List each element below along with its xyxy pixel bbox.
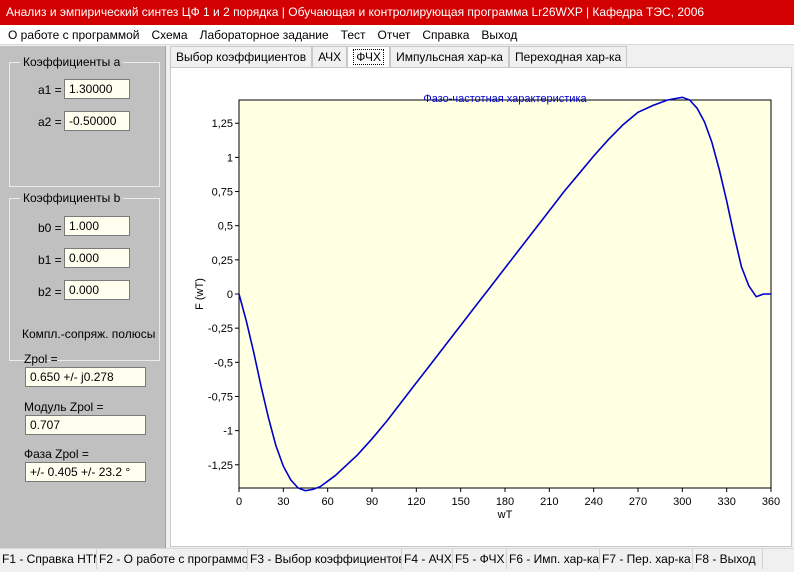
fkey-exit[interactable]: F8 - Выход bbox=[693, 549, 763, 569]
x-tick-label: 300 bbox=[673, 496, 691, 508]
window-title: Анализ и эмпирический синтез ЦФ 1 и 2 по… bbox=[0, 0, 794, 25]
y-tick-label: 0,5 bbox=[218, 221, 233, 233]
x-tick-label: 90 bbox=[366, 496, 378, 508]
x-tick-label: 360 bbox=[762, 496, 780, 508]
fkey-about[interactable]: F2 - О работе с программой bbox=[97, 549, 248, 569]
y-tick-label: -0,75 bbox=[208, 391, 233, 403]
y-tick-label: 0 bbox=[227, 289, 233, 301]
fkey-phase[interactable]: F5 - ФЧХ bbox=[453, 549, 507, 569]
zpol-label: Zpol = bbox=[24, 352, 58, 366]
x-tick-label: 60 bbox=[322, 496, 334, 508]
chart-panel: 0 30 60 90 120 150 180 210 240 270 300 330 360 -1,25 -… bbox=[170, 67, 792, 547]
b0-label: b0 = bbox=[38, 221, 62, 235]
menu-exit[interactable]: Выход bbox=[475, 25, 523, 45]
modulus-label: Модуль Zpol = bbox=[24, 400, 104, 414]
status-bar: F1 - Справка HTML F2 - О работе с програ… bbox=[0, 548, 794, 572]
phase-chart: 0 30 60 90 120 150 180 210 240 270 300 330 360 -1,25 -… bbox=[194, 93, 780, 521]
x-tick-label: 330 bbox=[717, 496, 735, 508]
a1-label: a1 = bbox=[38, 83, 62, 97]
a2-label: a2 = bbox=[38, 115, 62, 129]
a2-field[interactable]: -0.50000 bbox=[64, 111, 130, 131]
a1-field[interactable]: 1.30000 bbox=[64, 79, 130, 99]
fkey-step[interactable]: F7 - Пер. хар-ка bbox=[600, 549, 693, 569]
tab-step-label: Переходная хар-ка bbox=[514, 50, 622, 64]
y-tick-label: -0,5 bbox=[214, 357, 233, 369]
tab-impulse-label: Импульсная хар-ка bbox=[396, 50, 503, 64]
fkey-impulse[interactable]: F6 - Имп. хар-ка bbox=[507, 549, 600, 569]
b2-label: b2 = bbox=[38, 285, 62, 299]
tab-amplitude-label: АЧХ bbox=[318, 50, 342, 64]
zpol-field: 0.650 +/- j0.278 bbox=[25, 367, 146, 387]
b1-label: b1 = bbox=[38, 253, 62, 267]
phase-label: Фаза Zpol = bbox=[24, 447, 89, 461]
b1-field[interactable]: 0.000 bbox=[64, 248, 130, 268]
coeffs-a-group: Коэффициенты a a1 = 1.30000 a2 = -0.5000… bbox=[9, 55, 160, 187]
x-tick-label: 210 bbox=[540, 496, 558, 508]
chart-title: Фазо-частотная характеристика bbox=[423, 93, 587, 105]
x-tick-label: 30 bbox=[277, 496, 289, 508]
y-tick-label: 1 bbox=[227, 152, 233, 164]
tab-phase[interactable]: ФЧХ bbox=[347, 46, 391, 67]
menu-about[interactable]: О работе с программой bbox=[2, 25, 145, 45]
tab-step[interactable]: Переходная хар-ка bbox=[508, 46, 628, 67]
x-tick-label: 270 bbox=[629, 496, 647, 508]
plot-area bbox=[238, 99, 772, 489]
menu-bar: О работе с программой Схема Лабораторное… bbox=[0, 25, 794, 45]
menu-scheme[interactable]: Схема bbox=[145, 25, 193, 45]
tab-impulse[interactable]: Импульсная хар-ка bbox=[390, 46, 509, 67]
menu-lab-task[interactable]: Лабораторное задание bbox=[194, 25, 335, 45]
b2-field[interactable]: 0.000 bbox=[64, 280, 130, 300]
y-tick-label: -1,25 bbox=[208, 460, 233, 472]
b0-field[interactable]: 1.000 bbox=[64, 216, 130, 236]
modulus-field: 0.707 bbox=[25, 415, 146, 435]
x-axis-label: wT bbox=[497, 509, 513, 521]
y-tick-label: -0,25 bbox=[208, 323, 233, 335]
tab-strip: Выбор коэффициентов АЧХ ФЧХ Импульсная х… bbox=[170, 46, 628, 68]
y-axis-label: F (wT) bbox=[194, 278, 206, 310]
x-tick-label: 120 bbox=[407, 496, 425, 508]
tab-coefficients-label: Выбор коэффициентов bbox=[176, 50, 307, 64]
menu-help[interactable]: Справка bbox=[416, 25, 475, 45]
fkey-help[interactable]: F1 - Справка HTML bbox=[0, 549, 97, 569]
y-tick-label: 1,25 bbox=[212, 118, 233, 130]
y-tick-label: 0,75 bbox=[212, 187, 233, 199]
y-tick-label: -1 bbox=[223, 426, 233, 438]
x-tick-label: 180 bbox=[496, 496, 514, 508]
x-tick-label: 150 bbox=[451, 496, 469, 508]
x-tick-label: 0 bbox=[236, 496, 242, 508]
tab-amplitude[interactable]: АЧХ bbox=[312, 46, 348, 67]
y-tick-label: 0,25 bbox=[212, 255, 233, 267]
poles-title: Компл.-сопряж. полюсы bbox=[19, 327, 159, 341]
tab-coefficients[interactable]: Выбор коэффициентов bbox=[170, 46, 313, 67]
menu-report[interactable]: Отчет bbox=[371, 25, 416, 45]
x-tick-label: 240 bbox=[584, 496, 602, 508]
tab-phase-label: ФЧХ bbox=[353, 49, 385, 65]
menu-test[interactable]: Тест bbox=[335, 25, 372, 45]
poles-group: Компл.-сопряж. полюсы Zpol = 0.650 +/- j… bbox=[9, 327, 160, 541]
coeffs-b-title: Коэффициенты b bbox=[20, 191, 124, 205]
coeffs-a-title: Коэффициенты a bbox=[20, 55, 124, 69]
coefficients-panel: Коэффициенты a a1 = 1.30000 a2 = -0.5000… bbox=[0, 46, 166, 548]
fkey-amplitude[interactable]: F4 - АЧХ bbox=[402, 549, 453, 569]
phase-field: +/- 0.405 +/- 23.2 ° bbox=[25, 462, 146, 482]
fkey-coefficients[interactable]: F3 - Выбор коэффициентов bbox=[248, 549, 402, 569]
